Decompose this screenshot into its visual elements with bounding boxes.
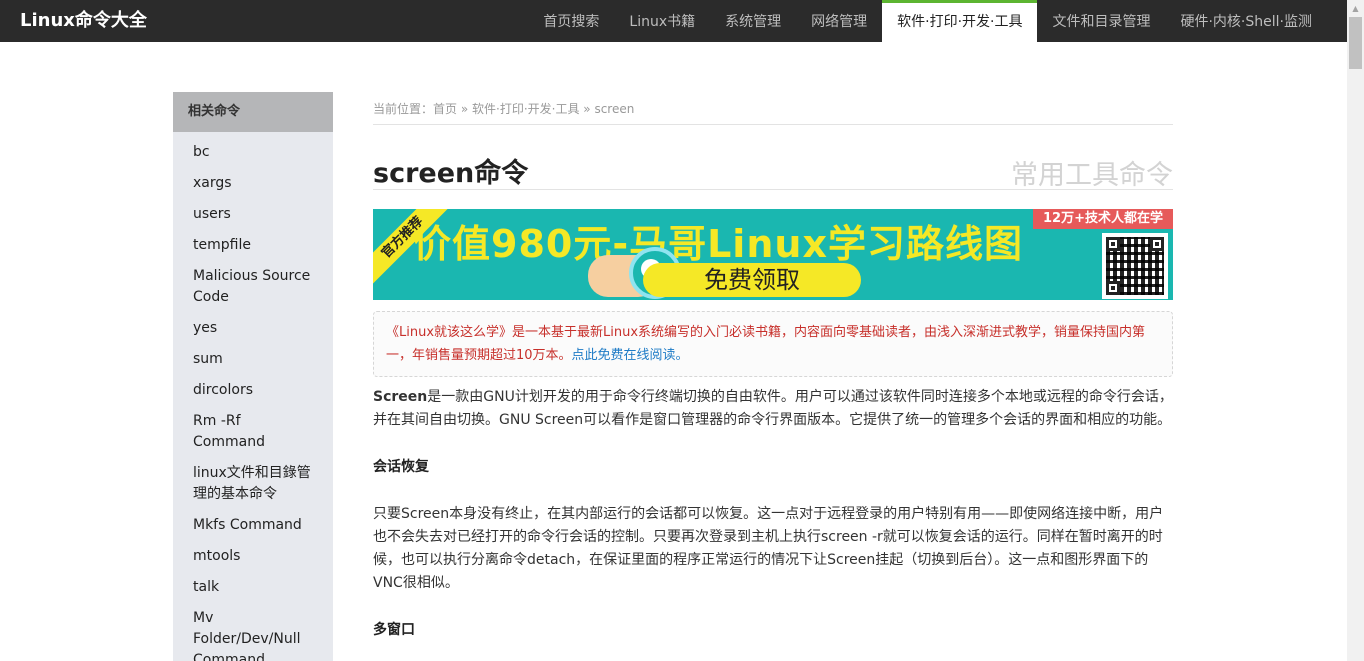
sidebar-item-xargs[interactable]: xargs: [173, 173, 333, 194]
sidebar-item-mkfs[interactable]: Mkfs Command: [173, 515, 333, 536]
breadcrumb-home-link[interactable]: 首页: [433, 102, 457, 116]
notice-read-link[interactable]: 点此免费在线阅读。: [572, 348, 689, 363]
section-heading-multi-window: 多窗口: [373, 622, 415, 638]
banner-tag: 12万+技术人都在学: [1033, 209, 1173, 229]
sidebar-item-mv-dev-null[interactable]: Mv Folder/Dev/Null Command: [173, 608, 333, 661]
scroll-up-arrow-icon[interactable]: ▲: [1347, 0, 1364, 17]
article-body: Screen是一款由GNU计划开发的用于命令行终端切换的自由软件。用户可以通过该…: [373, 386, 1173, 642]
nav-item-files-dirs[interactable]: 文件和目录管理: [1037, 0, 1165, 42]
sidebar-item-yes[interactable]: yes: [173, 318, 333, 339]
section-heading-session-restore: 会话恢复: [373, 459, 429, 475]
nav-item-hardware-kernel[interactable]: 硬件·内核·Shell·监测: [1165, 0, 1327, 42]
nav-item-network-admin[interactable]: 网络管理: [796, 0, 882, 42]
qr-code-icon: [1102, 233, 1168, 299]
page-subtitle: 常用工具命令: [1011, 160, 1173, 191]
breadcrumb-prefix: 当前位置：: [373, 102, 434, 116]
main-nav: 首页搜索 Linux书籍 系统管理 网络管理 软件·打印·开发·工具 文件和目录…: [528, 0, 1327, 42]
breadcrumb-separator: »: [579, 102, 595, 116]
top-navbar: Linux命令大全 首页搜索 Linux书籍 系统管理 网络管理 软件·打印·开…: [0, 0, 1347, 42]
breadcrumb-current: screen: [594, 102, 635, 116]
breadcrumb: 当前位置：首页 » 软件·打印·开发·工具 » screen: [373, 92, 1173, 125]
qr-finder-icon: [1150, 237, 1164, 251]
sidebar-item-malicious-source-code[interactable]: Malicious Source Code: [173, 266, 333, 308]
sidebar-heading: 相关命令: [173, 92, 333, 132]
sidebar-item-users[interactable]: users: [173, 204, 333, 225]
banner-claim-button[interactable]: 免费领取: [643, 263, 861, 297]
sidebar-item-tempfile[interactable]: tempfile: [173, 235, 333, 256]
sidebar-item-file-dir-basics[interactable]: linux文件和目錄管理的基本命令: [173, 463, 333, 505]
main-content: 当前位置：首页 » 软件·打印·开发·工具 » screen screen命令 …: [373, 92, 1173, 642]
sidebar-item-dircolors[interactable]: dircolors: [173, 380, 333, 401]
section-paragraph-session-restore: 只要Screen本身没有终止，在其内部运行的会话都可以恢复。这一点对于远程登录的…: [373, 506, 1164, 591]
site-logo[interactable]: Linux命令大全: [20, 0, 147, 42]
intro-text: 是一款由GNU计划开发的用于命令行终端切换的自由软件。用户可以通过该软件同时连接…: [373, 389, 1173, 428]
breadcrumb-category-link[interactable]: 软件·打印·开发·工具: [472, 102, 579, 116]
nav-item-home-search[interactable]: 首页搜索: [528, 0, 614, 42]
nav-item-software-tools[interactable]: 软件·打印·开发·工具: [882, 0, 1038, 42]
sidebar-item-rm-rf[interactable]: Rm -Rf Command: [173, 411, 333, 453]
nav-item-system-admin[interactable]: 系统管理: [710, 0, 796, 42]
book-notice: 《Linux就该这么学》是一本基于最新Linux系统编写的入门必读书籍，内容面向…: [373, 311, 1173, 377]
intro-paragraph: Screen是一款由GNU计划开发的用于命令行终端切换的自由软件。用户可以通过该…: [373, 386, 1173, 432]
qr-finder-icon: [1106, 281, 1120, 295]
banner-headline: 价值980元-马哥Linux学习路线图: [413, 222, 1023, 266]
sidebar-item-talk[interactable]: talk: [173, 577, 333, 598]
promo-banner[interactable]: 官方推荐 价值980元-马哥Linux学习路线图 12万+技术人都在学 免费领取: [373, 209, 1173, 300]
related-commands-sidebar: 相关命令 bc xargs users tempfile Malicious S…: [173, 92, 333, 661]
breadcrumb-separator: »: [457, 102, 473, 116]
sidebar-item-bc[interactable]: bc: [173, 142, 333, 163]
page-title: screen命令: [373, 158, 529, 189]
title-row: screen命令 常用工具命令: [373, 125, 1173, 191]
sidebar-list: bc xargs users tempfile Malicious Source…: [173, 132, 333, 661]
intro-keyword: Screen: [373, 389, 428, 405]
sidebar-item-sum[interactable]: sum: [173, 349, 333, 370]
qr-finder-icon: [1106, 237, 1120, 251]
sidebar-item-mtools[interactable]: mtools: [173, 546, 333, 567]
scrollbar-thumb[interactable]: [1349, 17, 1362, 69]
nav-item-linux-books[interactable]: Linux书籍: [614, 0, 710, 42]
notice-text: 《Linux就该这么学》是一本基于最新Linux系统编写的入门必读书籍，内容面向…: [386, 325, 1146, 363]
page-scrollbar[interactable]: ▲: [1347, 0, 1364, 661]
